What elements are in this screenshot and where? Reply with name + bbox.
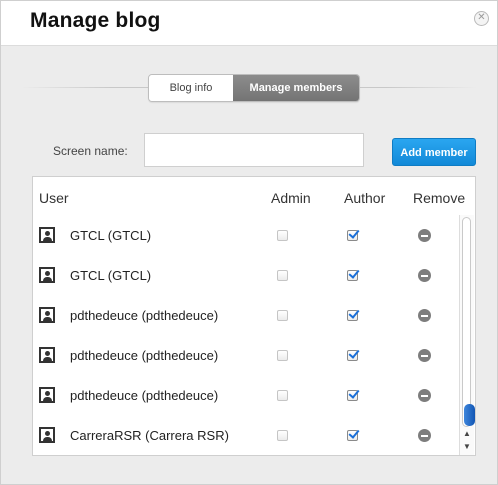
manage-blog-dialog: Manage blog ✕ Blog info Manage members S…: [0, 0, 498, 485]
scroll-up-arrow-icon[interactable]: ▲: [460, 429, 474, 439]
remove-minus-icon[interactable]: [418, 349, 431, 362]
admin-checkbox[interactable]: [277, 230, 288, 241]
user-avatar-icon: [39, 307, 55, 323]
screen-name-input[interactable]: [144, 133, 364, 167]
member-name: CarreraRSR (Carrera RSR): [70, 428, 229, 443]
dialog-header: Manage blog ✕: [1, 1, 497, 46]
member-name: GTCL (GTCL): [70, 268, 152, 283]
author-checkbox[interactable]: [347, 350, 358, 361]
author-checkbox[interactable]: [347, 310, 358, 321]
user-avatar-icon: [39, 347, 55, 363]
table-row: pdthedeuce (pdthedeuce): [33, 377, 459, 417]
member-rows: GTCL (GTCL) GTCL (GTCL) pdthedeuce (pdth…: [33, 217, 459, 455]
user-avatar-icon: [39, 267, 55, 283]
remove-minus-icon[interactable]: [418, 389, 431, 402]
screen-name-label: Screen name:: [53, 144, 128, 158]
dialog-title: Manage blog: [30, 9, 161, 32]
column-header-admin: Admin: [271, 190, 311, 206]
admin-checkbox[interactable]: [277, 430, 288, 441]
scrollbar-track[interactable]: [462, 217, 475, 427]
remove-minus-icon[interactable]: [418, 429, 431, 442]
add-member-button[interactable]: Add member: [392, 138, 476, 166]
column-header-author: Author: [344, 190, 386, 206]
table-row: pdthedeuce (pdthedeuce): [33, 337, 459, 377]
table-row: GTCL (GTCL): [33, 217, 459, 257]
author-checkbox[interactable]: [347, 430, 358, 441]
tab-bar: Blog info Manage members: [148, 74, 360, 102]
tab-manage-members[interactable]: Manage members: [233, 75, 359, 101]
scroll-down-arrow-icon[interactable]: ▼: [460, 442, 474, 452]
admin-checkbox[interactable]: [277, 310, 288, 321]
admin-checkbox[interactable]: [277, 270, 288, 281]
tab-blog-info[interactable]: Blog info: [149, 75, 233, 101]
remove-minus-icon[interactable]: [418, 309, 431, 322]
user-avatar-icon: [39, 427, 55, 443]
user-avatar-icon: [39, 387, 55, 403]
column-header-user: User: [39, 190, 69, 206]
table-row: GTCL (GTCL): [33, 257, 459, 297]
remove-minus-icon[interactable]: [418, 229, 431, 242]
close-icon[interactable]: ✕: [474, 11, 489, 26]
author-checkbox[interactable]: [347, 230, 358, 241]
column-header-remove: Remove: [413, 190, 466, 206]
table-row: pdthedeuce (pdthedeuce): [33, 297, 459, 337]
member-name: pdthedeuce (pdthedeuce): [70, 308, 219, 323]
members-table: User Admin Author Remove GTCL (GTCL) GTC…: [32, 176, 476, 456]
remove-minus-icon[interactable]: [418, 269, 431, 282]
admin-checkbox[interactable]: [277, 390, 288, 401]
scrollbar-thumb[interactable]: [464, 404, 475, 426]
author-checkbox[interactable]: [347, 270, 358, 281]
table-row: CarreraRSR (Carrera RSR): [33, 417, 459, 455]
member-name: pdthedeuce (pdthedeuce): [70, 388, 219, 403]
user-avatar-icon: [39, 227, 55, 243]
member-name: pdthedeuce (pdthedeuce): [70, 348, 219, 363]
admin-checkbox[interactable]: [277, 350, 288, 361]
author-checkbox[interactable]: [347, 390, 358, 401]
member-name: GTCL (GTCL): [70, 228, 152, 243]
vertical-scrollbar[interactable]: ▲ ▼: [459, 215, 475, 455]
